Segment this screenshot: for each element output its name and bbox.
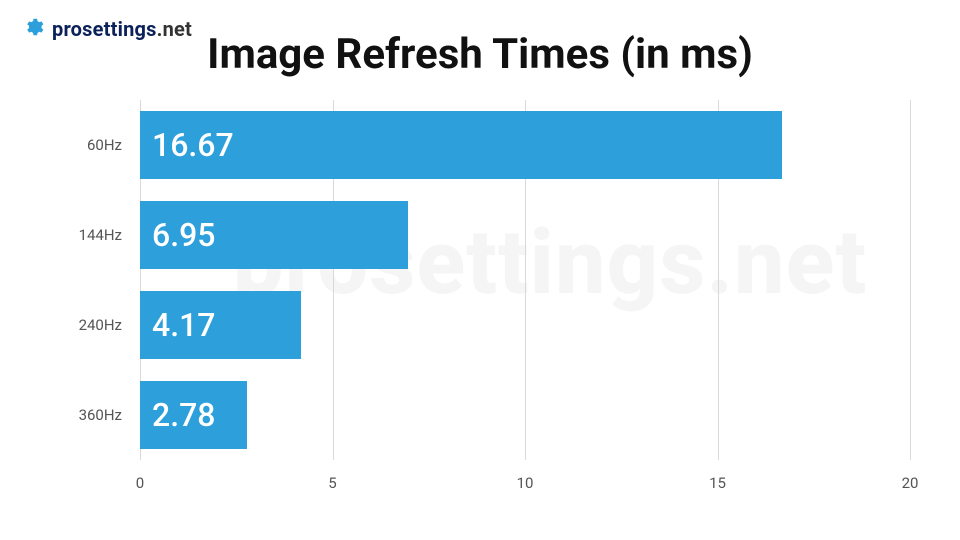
x-tick: 20 (902, 474, 919, 492)
y-axis-labels: 60Hz 144Hz 240Hz 360Hz (0, 100, 140, 460)
chart-title: Image Refresh Times (in ms) (0, 30, 960, 79)
y-tick: 360Hz (79, 406, 122, 424)
y-tick: 60Hz (87, 136, 122, 154)
bars: 16.67 6.95 4.17 2.78 (140, 100, 910, 460)
bar-value-label: 2.78 (152, 396, 215, 434)
x-tick: 5 (328, 474, 336, 492)
x-tick: 10 (517, 474, 534, 492)
bar: 6.95 (140, 201, 408, 269)
y-tick: 240Hz (79, 316, 122, 334)
x-tick: 15 (709, 474, 726, 492)
bar-value-label: 6.95 (152, 216, 215, 254)
x-axis: 05101520 (140, 462, 910, 502)
plot-area: 16.67 6.95 4.17 2.78 (140, 100, 910, 460)
y-tick: 144Hz (79, 226, 122, 244)
page: prosettings.net Image Refresh Times (in … (0, 0, 960, 540)
bar: 16.67 (140, 111, 782, 179)
bar-value-label: 4.17 (152, 306, 215, 344)
bar-value-label: 16.67 (152, 126, 234, 164)
gridline (910, 100, 911, 460)
bar: 2.78 (140, 381, 247, 449)
x-tick: 0 (136, 474, 144, 492)
bar: 4.17 (140, 291, 301, 359)
